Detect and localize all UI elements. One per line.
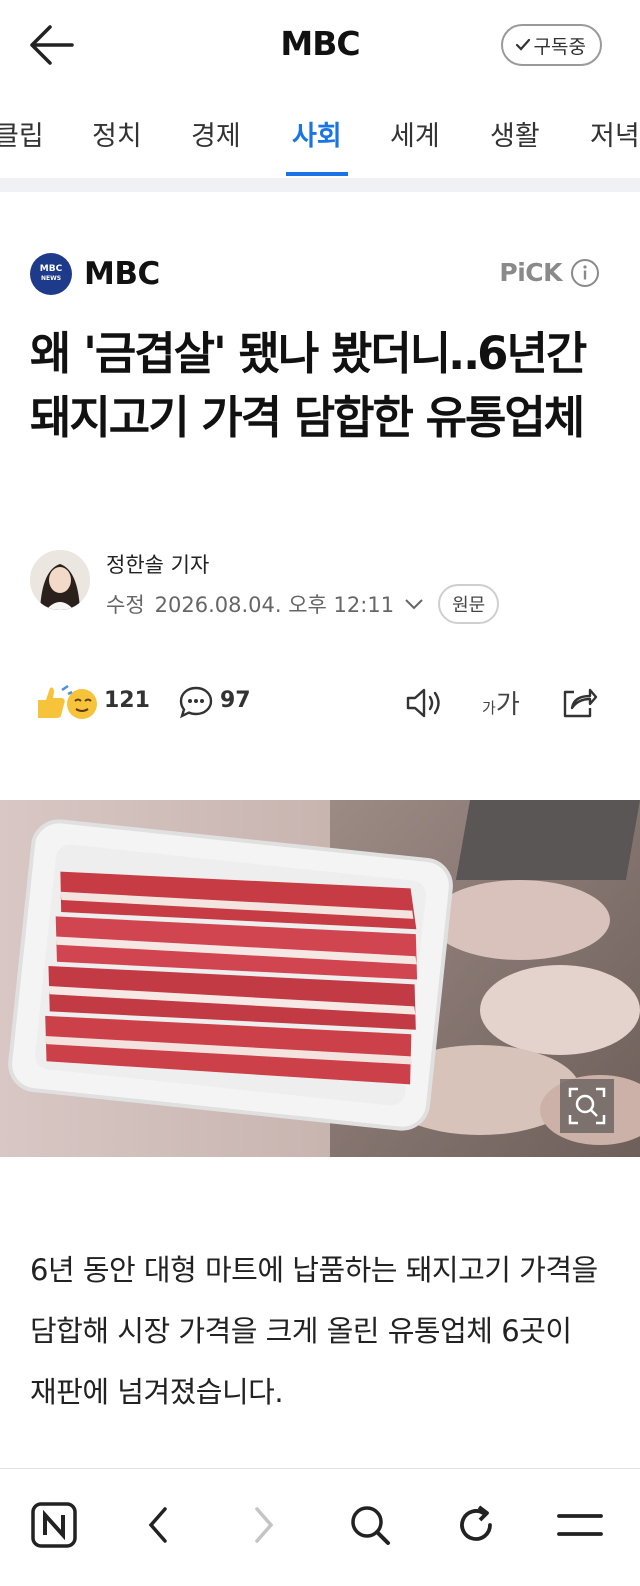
top-bar: MBC 구독중 [0, 0, 640, 92]
forward-nav-button[interactable] [236, 1497, 292, 1553]
pork-belly-image [0, 800, 640, 1157]
tab-life[interactable]: 생활 [490, 114, 540, 176]
tab-society[interactable]: 사회 [286, 114, 348, 176]
speaker-icon[interactable] [404, 686, 444, 720]
article-photo[interactable] [0, 800, 640, 1157]
info-button[interactable] [570, 258, 600, 288]
avatar-image [30, 550, 90, 610]
reaction-emoji-icon[interactable] [32, 682, 100, 720]
share-icon[interactable] [560, 684, 598, 720]
author-avatar[interactable] [30, 550, 90, 610]
pick-badge: PiCK [499, 258, 562, 287]
check-icon [515, 38, 530, 51]
font-size-button[interactable]: 가가 [482, 684, 520, 721]
arrow-left-icon [30, 25, 74, 65]
tab-world[interactable]: 세계 [390, 114, 440, 176]
press-name: MBC [84, 256, 160, 292]
subscribe-button[interactable]: 구독중 [500, 24, 602, 66]
font-large-label: 가 [495, 690, 520, 720]
menu-icon [557, 1514, 603, 1536]
font-small-label: 가 [482, 699, 496, 717]
article-headline: 왜 '금겹살' 됐나 봤더니‥6년간 돼지고기 가격 담합한 유통업체 [30, 327, 587, 444]
bottom-nav-bar [0, 1468, 640, 1586]
chevron-down-icon[interactable] [404, 598, 424, 610]
search-button[interactable] [342, 1497, 398, 1553]
search-icon [351, 1506, 390, 1545]
info-icon [571, 259, 599, 287]
category-tabs: 클립 정치 경제 사회 세계 생활 저녁 [0, 100, 640, 180]
naver-n-icon [31, 1502, 77, 1548]
press-info[interactable]: MBC NEWS MBC [30, 252, 160, 296]
press-logo-text: MBC [39, 264, 63, 274]
chevron-right-icon [255, 1507, 274, 1543]
subscribe-label: 구독중 [533, 35, 586, 58]
refresh-button[interactable] [448, 1497, 504, 1553]
tab-politics[interactable]: 정치 [92, 114, 142, 176]
speech-bubble-icon[interactable] [178, 684, 214, 720]
zoom-icon [568, 1087, 606, 1125]
modified-label: 수정 [106, 593, 145, 617]
author-name[interactable]: 정한솔 기자 [106, 549, 209, 579]
section-divider [0, 178, 640, 192]
article-timestamp: 2026.08.04. 오후 12:11 [154, 593, 395, 617]
back-nav-button[interactable] [130, 1497, 186, 1553]
press-logo: MBC NEWS [30, 253, 72, 295]
like-count: 121 [104, 688, 150, 713]
refresh-icon [460, 1505, 492, 1541]
article-meta: 수정 2026.08.04. 오후 12:11 원문 [106, 584, 500, 624]
back-button[interactable] [26, 22, 78, 68]
original-link-button[interactable]: 원문 [438, 584, 500, 624]
tab-clip[interactable]: 클립 [0, 114, 44, 176]
comment-count: 97 [220, 688, 251, 713]
tab-economy[interactable]: 경제 [191, 114, 241, 176]
naver-home-button[interactable] [26, 1497, 82, 1553]
article-body: 6년 동안 대형 마트에 납품하는 돼지고기 가격을 담합해 시장 가격을 크게… [30, 1253, 598, 1409]
menu-button[interactable] [552, 1497, 608, 1553]
chevron-left-icon [148, 1507, 167, 1543]
press-logo-subtext: NEWS [40, 275, 62, 282]
reaction-bar: 121 97 가가 [30, 680, 610, 724]
tab-evening[interactable]: 저녁 [590, 114, 640, 176]
zoom-button[interactable] [560, 1079, 614, 1133]
